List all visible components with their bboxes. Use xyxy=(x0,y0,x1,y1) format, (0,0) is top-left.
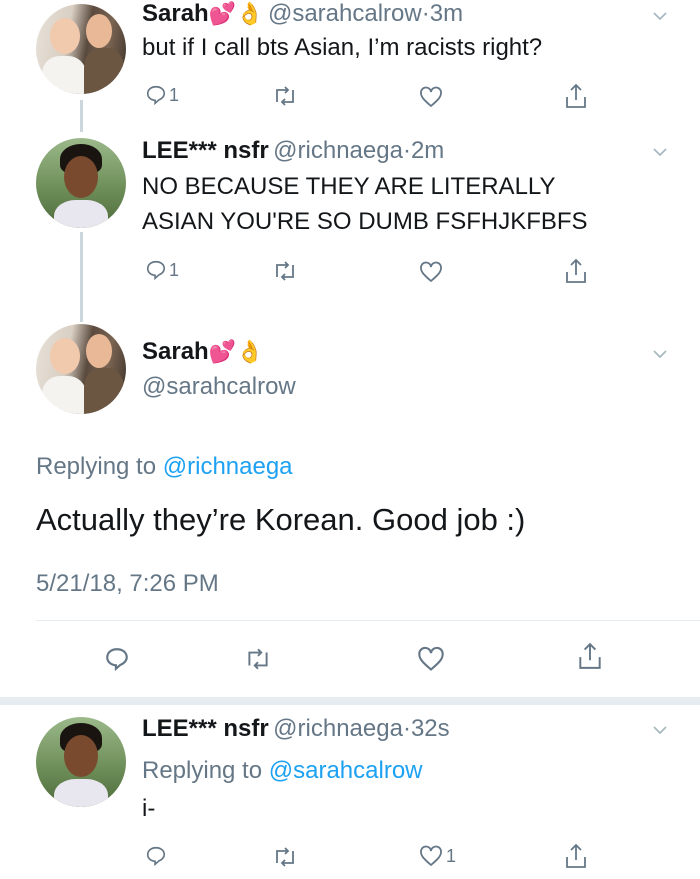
retweet-button[interactable] xyxy=(244,648,272,670)
reply-count: 1 xyxy=(169,84,180,105)
replying-to: Replying to @richnaega xyxy=(36,453,293,481)
like-button[interactable] xyxy=(419,86,443,108)
chevron-down-icon[interactable] xyxy=(652,8,668,24)
chevron-down-icon[interactable] xyxy=(652,144,668,160)
tweet-text: but if I call bts Asian, I’m racists rig… xyxy=(142,34,543,61)
chevron-down-icon[interactable] xyxy=(652,346,668,362)
thread-line xyxy=(80,232,83,322)
share-icon xyxy=(566,258,586,283)
retweet-icon xyxy=(276,261,294,281)
handle[interactable]: @sarahcalrow xyxy=(268,0,422,27)
timestamp[interactable]: 3m xyxy=(430,0,463,27)
reply-button[interactable] xyxy=(104,646,130,672)
tweet-header: LEE*** nsfr @richnaega·2m xyxy=(142,137,444,165)
display-name[interactable]: LEE*** nsfr xyxy=(142,715,269,742)
display-name[interactable]: LEE*** nsfr xyxy=(142,137,269,164)
display-name[interactable]: Sarah xyxy=(142,0,209,27)
divider xyxy=(0,697,700,705)
tweet-text-line-2: ASIAN YOU'RE SO DUMB FSFHJKFBFS xyxy=(142,208,588,235)
separator: · xyxy=(421,0,430,27)
retweet-icon xyxy=(276,86,294,106)
handle[interactable]: @richnaega xyxy=(273,715,403,742)
share-button[interactable] xyxy=(564,83,588,109)
divider xyxy=(36,620,700,621)
like-button[interactable]: 1 xyxy=(419,845,456,867)
heart-icon xyxy=(420,845,442,867)
heart-icon xyxy=(418,646,444,671)
display-name[interactable]: Sarah xyxy=(142,338,209,365)
share-button[interactable] xyxy=(564,843,588,869)
replying-to-link[interactable]: @sarahcalrow xyxy=(269,757,423,784)
share-icon xyxy=(566,83,586,108)
share-icon xyxy=(579,642,601,669)
focused-tweet-text: Actually they’re Korean. Good job :) xyxy=(36,502,526,537)
handle[interactable]: @richnaega xyxy=(273,137,403,164)
heart-icon xyxy=(420,86,442,108)
share-icon xyxy=(566,843,586,868)
like-button[interactable] xyxy=(417,646,445,672)
timestamp[interactable]: 32s xyxy=(411,715,450,742)
heart-emoji-icon: 💕 xyxy=(208,1,237,26)
retweet-button[interactable] xyxy=(272,847,298,867)
heart-emoji-icon: 💕 xyxy=(208,339,237,364)
reply-button[interactable]: 1 xyxy=(145,259,179,281)
avatar[interactable] xyxy=(36,717,126,807)
handle[interactable]: @sarahcalrow xyxy=(142,373,296,401)
chevron-down-icon[interactable] xyxy=(652,722,668,738)
retweet-button[interactable] xyxy=(272,86,298,106)
reply-icon xyxy=(146,85,166,106)
reply-icon xyxy=(106,648,128,672)
like-count: 1 xyxy=(446,845,457,866)
retweet-button[interactable] xyxy=(272,261,298,281)
heart-icon xyxy=(420,261,442,283)
avatar[interactable] xyxy=(36,138,126,228)
replying-to-label: Replying to xyxy=(36,453,157,480)
replying-to-label: Replying to xyxy=(142,757,263,784)
avatar[interactable] xyxy=(36,4,126,94)
reply-button[interactable]: 1 xyxy=(145,84,179,106)
reply-icon xyxy=(146,260,166,281)
share-button[interactable] xyxy=(564,258,588,284)
hand-emoji-icon: 👌 xyxy=(236,1,264,26)
tweet-header: LEE*** nsfr @richnaega·32s xyxy=(142,715,450,743)
focused-name-row: Sarah💕👌 xyxy=(142,338,264,366)
hand-emoji-icon: 👌 xyxy=(236,339,264,364)
separator: · xyxy=(402,137,411,164)
retweet-icon xyxy=(248,648,268,670)
timestamp[interactable]: 2m xyxy=(411,137,444,164)
tweet-header: Sarah💕👌 @sarahcalrow·3m xyxy=(142,0,463,28)
separator: · xyxy=(402,715,411,742)
reply-count: 1 xyxy=(169,259,180,280)
replying-to: Replying to @sarahcalrow xyxy=(142,757,423,785)
tweet-text-line-1: NO BECAUSE THEY ARE LITERALLY xyxy=(142,173,556,200)
share-button[interactable] xyxy=(577,642,603,670)
avatar[interactable] xyxy=(36,324,126,414)
thread-line xyxy=(80,100,83,132)
like-button[interactable] xyxy=(419,261,443,283)
retweet-icon xyxy=(276,847,294,867)
tweet-timestamp[interactable]: 5/21/18, 7:26 PM xyxy=(36,570,219,598)
reply-icon xyxy=(146,846,166,867)
replying-to-link[interactable]: @richnaega xyxy=(163,453,293,480)
tweet-text: i- xyxy=(142,795,156,822)
reply-button[interactable] xyxy=(145,845,167,867)
